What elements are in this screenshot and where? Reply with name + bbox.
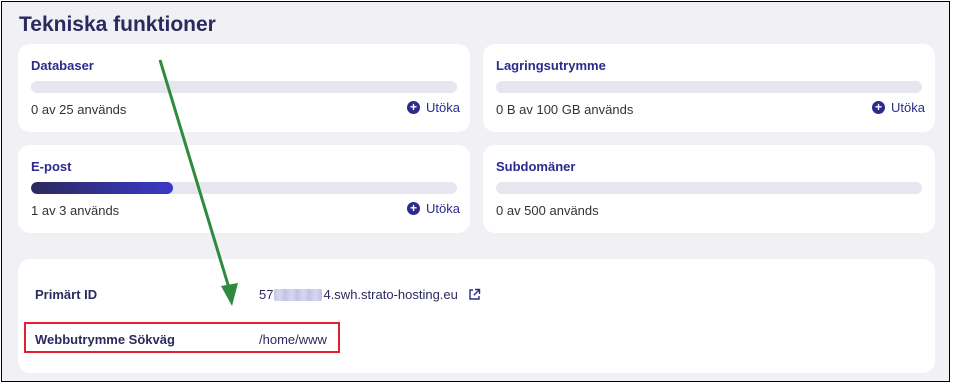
external-link-icon[interactable]: [468, 288, 481, 301]
storage-usage-bar: [496, 81, 922, 93]
email-card: E-post 1 av 3 används + Utöka: [18, 145, 470, 233]
storage-expand-button[interactable]: + Utöka: [872, 100, 925, 115]
subdomains-title: Subdomäner: [496, 159, 576, 174]
primary-id-prefix: 57: [259, 287, 274, 302]
databases-title: Databaser: [31, 58, 94, 73]
databases-card: Databaser 0 av 25 används + Utöka: [18, 44, 470, 132]
subdomains-card: Subdomäner 0 av 500 används: [483, 145, 935, 233]
details-card: Primärt ID 57 4.swh.strato-hosting.eu We…: [18, 259, 935, 373]
storage-usage-text: 0 B av 100 GB används: [496, 102, 634, 117]
primary-id-row: Primärt ID 57 4.swh.strato-hosting.eu: [18, 282, 935, 308]
primary-id-label: Primärt ID: [35, 287, 98, 302]
databases-usage-text: 0 av 25 används: [31, 102, 127, 117]
email-expand-button[interactable]: + Utöka: [407, 201, 460, 216]
databases-expand-label: Utöka: [426, 100, 460, 115]
primary-id-value: 57 4.swh.strato-hosting.eu: [259, 287, 481, 302]
storage-card: Lagringsutrymme 0 B av 100 GB används + …: [483, 44, 935, 132]
email-title: E-post: [31, 159, 72, 174]
redacted-id-segment: [274, 288, 323, 301]
email-expand-label: Utöka: [426, 201, 460, 216]
email-usage-text: 1 av 3 används: [31, 203, 120, 218]
storage-title: Lagringsutrymme: [496, 58, 606, 73]
databases-usage-bar: [31, 81, 457, 93]
plus-circle-icon: +: [407, 101, 421, 114]
subdomains-usage-text: 0 av 500 används: [496, 203, 599, 218]
primary-id-suffix: 4.swh.strato-hosting.eu: [323, 287, 458, 302]
plus-circle-icon: +: [872, 101, 886, 114]
plus-circle-icon: +: [407, 202, 421, 215]
email-usage-bar: [31, 182, 457, 194]
storage-expand-label: Utöka: [891, 100, 925, 115]
email-usage-fill: [31, 182, 173, 194]
page-title: Tekniska funktioner: [19, 13, 216, 36]
subdomains-usage-bar: [496, 182, 922, 194]
databases-expand-button[interactable]: + Utöka: [407, 100, 460, 115]
annotation-highlight-box: [24, 322, 340, 353]
